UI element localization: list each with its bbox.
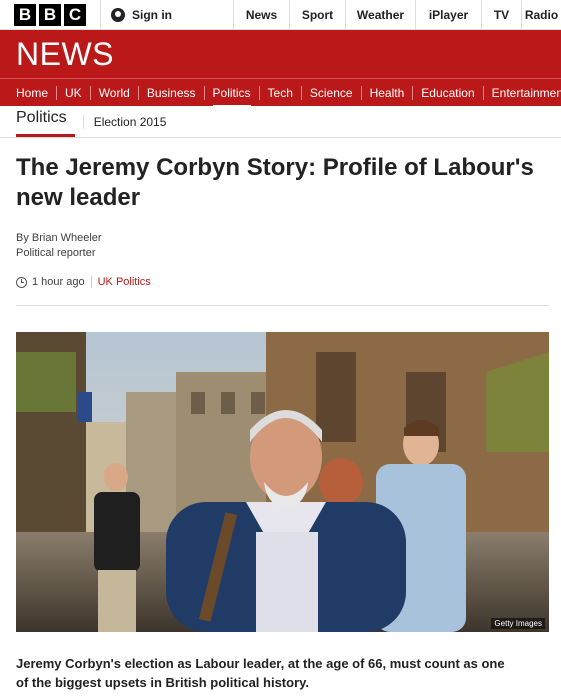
global-nav-item-sport[interactable]: Sport [289,0,345,30]
clock-icon [16,276,27,288]
article-headline: The Jeremy Corbyn Story: Profile of Labo… [16,154,534,211]
section-nav-item-entertainment[interactable]: Entertainment [482,85,561,100]
byline-role: Political reporter [16,247,96,259]
section-nav-item-world[interactable]: World [89,85,138,100]
article-timestamp: 1 hour ago [32,276,92,288]
byline-author: By Brian Wheeler [16,232,102,244]
user-icon [111,7,125,22]
global-nav-item-tv[interactable]: TV [481,0,521,30]
article-meta: 1 hour ago UK Politics [16,276,151,288]
sign-in-label: Sign in [132,7,172,22]
section-nav-item-health[interactable]: Health [360,85,413,100]
news-logo[interactable]: NEWS [16,36,114,73]
article-photo[interactable]: Getty Images [16,332,549,632]
bbc-logo-letter: C [64,3,86,26]
divider [16,305,549,306]
global-nav-item-weather[interactable]: Weather [345,0,415,30]
bbc-logo-letter: B [39,3,61,26]
bbc-logo-letter: B [14,3,36,26]
subnav-election-link[interactable]: Election 2015 [82,114,166,129]
section-nav-item-uk[interactable]: UK [56,85,90,100]
bbc-logo[interactable]: B B C [14,3,86,26]
section-nav-item-education[interactable]: Education [412,85,482,100]
section-nav-item-politics[interactable]: Politics [203,85,259,106]
global-nav-item-news[interactable]: News [233,0,289,30]
global-nav-item-iplayer[interactable]: iPlayer [415,0,481,30]
global-nav: News Sport Weather iPlayer TV Radio [233,0,561,30]
global-nav-item-radio[interactable]: Radio [521,0,561,30]
bbc-masthead: B B C Sign in News Sport Weather iPlayer TV R… [0,0,561,30]
section-nav-item-home[interactable]: Home [0,86,56,100]
subnav-politics-link[interactable]: Politics [16,107,75,137]
image-credit: Getty Images [491,618,545,629]
topic-link[interactable]: UK Politics [92,276,151,288]
secondary-nav: Politics Election 2015 [0,106,561,138]
section-nav-item-science[interactable]: Science [300,85,361,100]
section-nav-item-business[interactable]: Business [137,85,204,100]
section-nav-item-tech[interactable]: Tech [258,85,301,100]
news-banner: NEWS [0,30,561,78]
sign-in-link[interactable]: Sign in [100,0,228,30]
section-nav: Home UK World Business Politics Tech Science He… [0,78,561,106]
photo-illustration [16,332,549,632]
article-lede: Jeremy Corbyn's election as Labour leade… [16,656,505,690]
